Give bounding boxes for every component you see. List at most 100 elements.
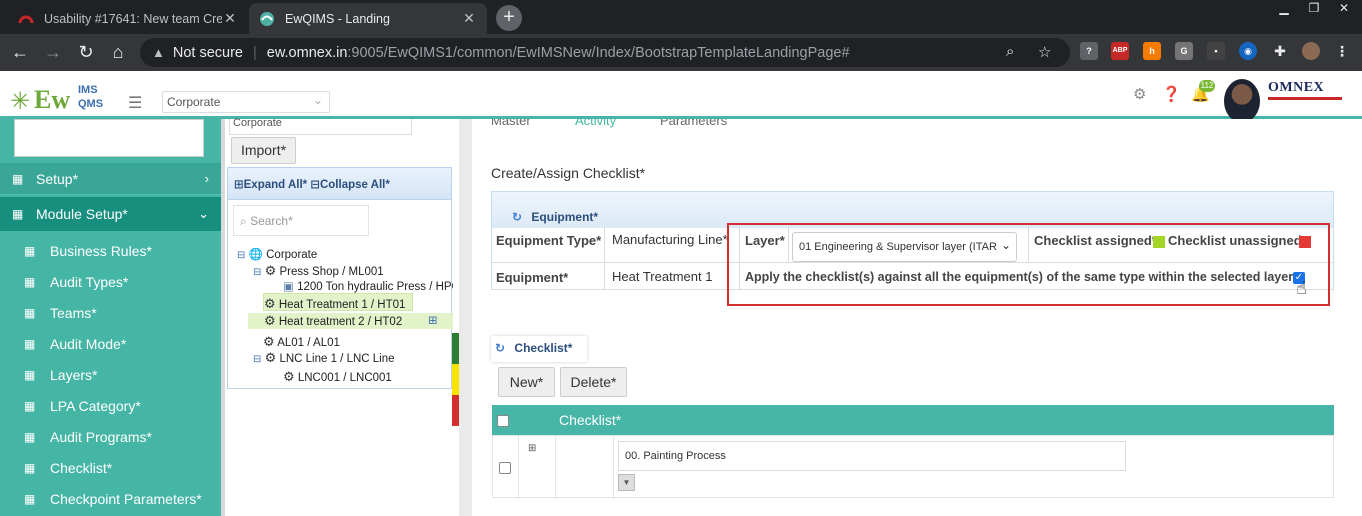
bookmark-star-icon[interactable]: ☆ [1038, 43, 1051, 61]
collapse-node-icon[interactable]: ⊟ [237, 250, 245, 261]
tree-node-al01[interactable]: ⚙ AL01 / AL01 [263, 334, 340, 350]
collapse-all-icon[interactable]: ⊟ [310, 179, 320, 191]
url-path: :9005/EwQIMS1/common/EwIMSNew/Index/Boot… [347, 44, 850, 61]
site-select[interactable]: Corporate ⌄ [162, 91, 330, 113]
zoom-icon[interactable]: ⌕ [1006, 43, 1014, 60]
status-bar-green [452, 333, 459, 364]
tree-panel: ⊞Expand All* ⊟Collapse All* ⌕ Search* ⊟ … [227, 167, 453, 389]
refresh-icon[interactable]: ↻ [512, 210, 522, 224]
tree-node-press-shop[interactable]: ⊟ ⚙ Press Shop / ML001 [253, 263, 384, 279]
user-avatar[interactable] [1224, 79, 1260, 123]
building-icon: ▦ [24, 275, 36, 289]
collapse-node-icon[interactable]: ⊟ [253, 267, 261, 278]
tree-node-label: Heat Treatment 1 / HT01 [278, 299, 406, 311]
tab-title: EwQIMS - Landing [285, 11, 390, 26]
pdf-ext-icon[interactable]: ▪ [1207, 42, 1225, 60]
address-bar[interactable]: ▲ Not secure | ew.omnex.in :9005/EwQIMS1… [140, 38, 1070, 67]
tree-search-input[interactable]: ⌕ Search* [233, 205, 369, 236]
profile-avatar-icon[interactable] [1302, 42, 1320, 60]
sidebar-item-audit-types[interactable]: ▦ Audit Types* [0, 266, 221, 298]
sidebar-item-business-rules[interactable]: ▦ Business Rules* [0, 235, 221, 267]
col-divider [604, 227, 605, 289]
collapse-all-link[interactable]: Collapse All* [320, 179, 390, 191]
sidebar-item-setup[interactable]: ▦ Setup* › [0, 163, 221, 195]
help-ext-icon[interactable]: ? [1080, 42, 1098, 60]
add-node-icon[interactable]: ⊞ [428, 313, 438, 327]
chevron-down-icon: ⌄ [198, 206, 209, 221]
delete-button[interactable]: Delete* [560, 367, 627, 397]
tree-node-hydraulic-press[interactable]: ▣ 1200 Ton hydraulic Press / HPC [283, 279, 453, 293]
collapse-node-icon[interactable]: ⊟ [253, 354, 261, 365]
search-icon: ⌕ [240, 214, 247, 228]
building-icon: ▦ [24, 492, 36, 506]
help-icon[interactable]: ❓ [1162, 85, 1181, 103]
row-dropdown-button[interactable]: ▼ [618, 474, 635, 491]
settings-gear-icon[interactable]: ⚙ [1133, 85, 1146, 103]
sidebar-item-layers[interactable]: ▦ Layers* [0, 359, 221, 391]
browser-tab-usability[interactable]: Usability #17641: New team Crea ✕ [8, 3, 248, 34]
expand-all-icon[interactable]: ⊞ [234, 179, 244, 191]
adblock-icon[interactable]: ABP [1111, 42, 1129, 60]
sidebar-item-audit-mode[interactable]: ▦ Audit Mode* [0, 328, 221, 360]
refresh-icon[interactable]: ↻ [495, 341, 505, 355]
tree-node-heat-treatment-1[interactable]: ⚙ Heat Treatment 1 / HT01 [263, 293, 413, 311]
building-icon: ▦ [12, 171, 24, 186]
sidebar-item-label: Checklist* [50, 460, 113, 476]
extensions-puzzle-icon[interactable]: ✚ [1271, 42, 1289, 60]
building-icon: ▦ [12, 207, 24, 221]
honey-ext-icon[interactable]: h [1143, 42, 1161, 60]
tree-node-corporate[interactable]: ⊟ 🌐 Corporate [237, 247, 317, 261]
checklist-column-header: Checklist* [559, 412, 622, 428]
sidebar-item-lpa-category[interactable]: ▦ LPA Category* [0, 390, 221, 422]
tab-parameters[interactable]: Parameters [660, 119, 727, 128]
omnex-logo: OMNEX [1268, 80, 1346, 106]
tab-activity[interactable]: Activity [575, 119, 616, 128]
sidebar-search-box[interactable] [14, 119, 204, 157]
tree-site-select[interactable]: Corporate [229, 118, 412, 135]
building-icon: ▦ [24, 337, 36, 351]
row-checkbox[interactable] [499, 462, 511, 474]
color-ext-icon[interactable]: ◉ [1239, 42, 1257, 60]
main-panel: Master Activity Parameters Create/Assign… [472, 119, 1362, 516]
sidebar-item-checkpoint-parameters[interactable]: ▦ Checkpoint Parameters* [0, 483, 221, 515]
close-window-icon[interactable]: ✕ [1330, 0, 1358, 16]
sidebar-item-module-setup[interactable]: ▦ Module Setup* ⌄ [0, 197, 221, 231]
forward-icon[interactable]: → [41, 41, 65, 65]
expand-row-icon[interactable]: ⊞ [528, 443, 536, 454]
address-separator: | [253, 44, 257, 61]
back-icon[interactable]: ← [8, 41, 32, 65]
close-tab-icon[interactable]: ✕ [461, 10, 477, 27]
restore-icon[interactable]: ❐ [1300, 0, 1328, 16]
app-header: ✳ Ew IMS QMS ☰ Corporate ⌄ ⚙ ❓ 🔔 [0, 71, 1362, 119]
hamburger-menu-icon[interactable]: ☰ [128, 93, 142, 113]
checklist-name-input[interactable]: 00. Painting Process [618, 441, 1126, 471]
browser-tab-ewqims[interactable]: EwQIMS - Landing ✕ [249, 3, 487, 34]
expand-all-link[interactable]: Expand All* [244, 179, 307, 191]
sidebar-item-teams[interactable]: ▦ Teams* [0, 297, 221, 329]
minimize-icon[interactable]: ▁ [1270, 0, 1298, 16]
browser-menu-icon[interactable]: ⋮ [1333, 42, 1351, 60]
sidebar-item-checklist[interactable]: ▦ Checklist* [0, 452, 221, 484]
select-all-checkbox[interactable] [497, 415, 509, 427]
new-button[interactable]: New* [498, 367, 555, 397]
grammarly-icon[interactable]: G [1175, 42, 1193, 60]
tab-master[interactable]: Master [491, 119, 531, 128]
sidebar-item-label: Audit Types* [50, 274, 129, 290]
tree-node-heat-treatment-2[interactable]: ⚙ Heat treatment 2 / HT02 ⊞ [248, 313, 453, 329]
close-tab-icon[interactable]: ✕ [222, 10, 238, 27]
building-icon: ▦ [24, 306, 36, 320]
tree-node-lnc-line[interactable]: ⊟ ⚙ LNC Line 1 / LNC Line [253, 350, 395, 366]
tree-node-lnc001[interactable]: ⚙ LNC001 / LNC001 [283, 369, 392, 385]
logo-star-icon: ✳ [10, 88, 31, 115]
import-button[interactable]: Import* [231, 137, 296, 164]
sidebar-item-audit-programs[interactable]: ▦ Audit Programs* [0, 421, 221, 453]
gear-icon: ⚙ [264, 296, 276, 311]
row-empty-cell [556, 436, 614, 499]
ewqims-logo[interactable]: ✳ Ew IMS QMS [10, 81, 118, 115]
tree-node-label: AL01 / AL01 [277, 337, 340, 349]
equipment-panel-title: Equipment* [531, 210, 599, 224]
home-icon[interactable]: ⌂ [106, 41, 130, 65]
redmine-favicon-icon [18, 15, 34, 23]
reload-icon[interactable]: ↻ [74, 41, 98, 65]
new-tab-button[interactable]: + [496, 5, 522, 31]
